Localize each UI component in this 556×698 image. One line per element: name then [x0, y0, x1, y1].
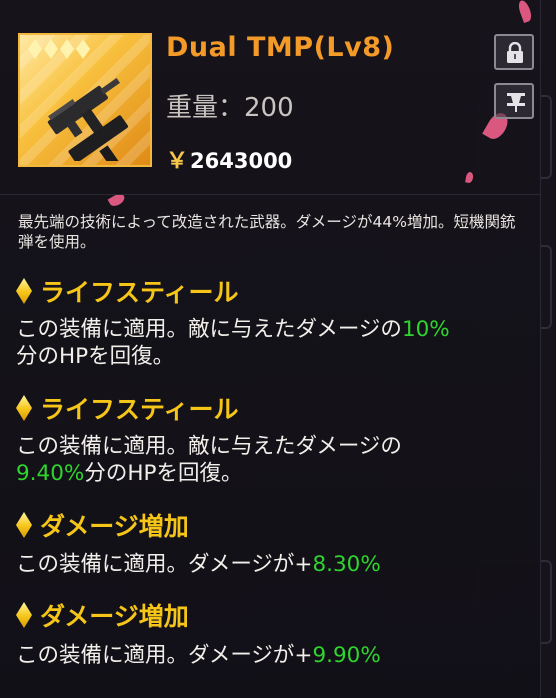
pin-button[interactable] — [494, 83, 534, 119]
petal-decoration — [465, 171, 474, 184]
diamond-icon — [16, 512, 32, 538]
item-icon-card — [18, 33, 152, 167]
rarity-star-icon — [76, 39, 90, 59]
diamond-icon — [16, 278, 32, 304]
skill-description: この装備に適用。敵に与えたダメージの 9.40%分のHPを回復。 — [16, 433, 531, 487]
skill-title-text: ライフスティール — [40, 278, 239, 307]
lock-button[interactable] — [494, 34, 534, 70]
skill-title-text: ダメージ増加 — [40, 512, 189, 541]
skill-description: この装備に適用。敵に与えたダメージの10% 分のHPを回復。 — [16, 316, 531, 370]
rarity-star-icon — [44, 39, 58, 59]
dual-tmp-weapon-icon — [47, 78, 128, 161]
skill-title-text: ダメージ増加 — [40, 602, 189, 631]
skill-value: 9.90% — [312, 643, 381, 668]
skill-value: 9.40% — [16, 461, 85, 486]
skill-description: この装備に適用。ダメージが+9.90% — [16, 642, 531, 669]
rarity-stars — [28, 39, 90, 59]
petal-decoration — [516, 0, 534, 24]
skill-description: この装備に適用。ダメージが+8.30% — [16, 551, 531, 578]
diamond-icon — [16, 395, 32, 421]
skill-value: 10% — [401, 317, 450, 342]
currency-symbol: ￥ — [166, 149, 189, 174]
skill-desc-text: この装備に適用。ダメージが+ — [16, 552, 313, 577]
skill-title: ライフスティール — [16, 390, 239, 426]
header-divider — [0, 194, 540, 195]
item-detail-panel: Dual TMP(Lv8) 重量：200 ￥2643000 最先端の技術によって… — [0, 0, 541, 698]
skill-value: 8.30% — [312, 552, 381, 577]
price-value: 2643000 — [190, 149, 293, 173]
rarity-star-icon — [60, 39, 74, 59]
skill-desc-text: 分のHPを回復。 — [16, 344, 175, 369]
item-name: Dual TMP(Lv8) — [166, 32, 395, 63]
diamond-icon — [16, 602, 32, 628]
item-description: 最先端の技術によって改造された武器。ダメージが44%増加。短機関銃弾を使用。 — [18, 213, 516, 251]
item-weight: 重量：200 — [166, 93, 294, 123]
item-price: ￥2643000 — [166, 143, 292, 175]
skill-title: ライフスティール — [16, 273, 239, 309]
rarity-star-icon — [28, 39, 42, 59]
skill-desc-text: この装備に適用。敵に与えたダメージの — [16, 317, 402, 342]
skill-title: ダメージ増加 — [16, 597, 189, 633]
skill-title-text: ライフスティール — [40, 395, 239, 424]
skill-desc-text: 分のHPを回復。 — [84, 461, 243, 486]
skill-title: ダメージ増加 — [16, 507, 189, 543]
skill-desc-text: この装備に適用。敵に与えたダメージの — [16, 434, 402, 459]
pin-icon — [507, 93, 525, 112]
skill-desc-text: この装備に適用。ダメージが+ — [16, 643, 313, 668]
lock-icon — [507, 42, 523, 63]
